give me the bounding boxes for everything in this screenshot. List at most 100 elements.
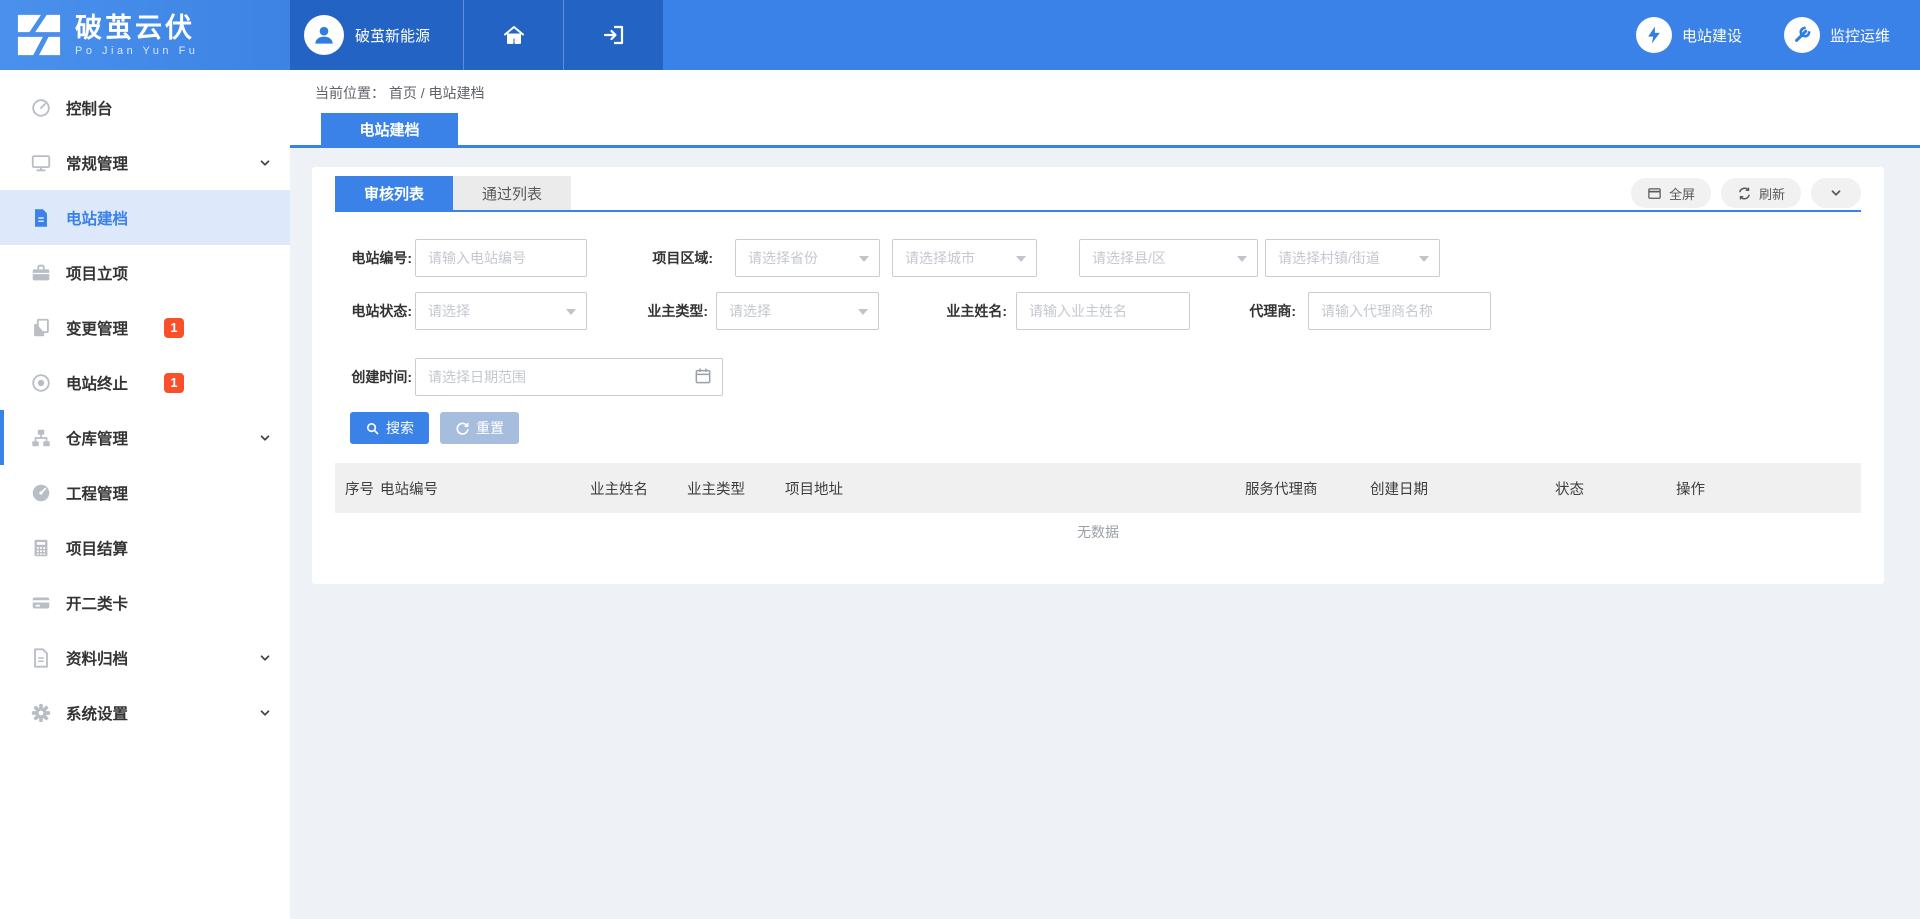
- brand-subtitle: Po Jian Yun Fu: [75, 45, 198, 57]
- owner-name-input[interactable]: [1016, 292, 1190, 330]
- document-icon: [30, 207, 52, 229]
- panel-tabs: 审核列表 通过列表 全屏: [335, 176, 1861, 212]
- sidebar-item-second-class-card[interactable]: 开二类卡: [0, 575, 290, 630]
- speedometer-icon: [30, 482, 52, 504]
- brand-text: 破茧云伏 Po Jian Yun Fu: [75, 13, 198, 57]
- mode-label: 监控运维: [1830, 25, 1890, 46]
- col-status: 状态: [1555, 478, 1676, 499]
- sidebar-item-engineering-management[interactable]: 工程管理: [0, 465, 290, 520]
- agent-input[interactable]: [1308, 292, 1491, 330]
- date-range-wrapper: [415, 358, 723, 396]
- district-select[interactable]: 请选择县/区: [1079, 239, 1258, 277]
- calculator-icon: [30, 537, 52, 559]
- table-header-row: 序号 电站编号 业主姓名 业主类型 项目地址 服务代理商 创建日期 状态 操作: [335, 463, 1861, 513]
- col-owner-name: 业主姓名: [590, 478, 687, 499]
- app-root: 破茧云伏 Po Jian Yun Fu 破茧新能源: [0, 0, 1920, 919]
- mode-monitoring-ops[interactable]: 监控运维: [1784, 17, 1890, 53]
- main-area: 控制台 常规管理: [0, 70, 1920, 919]
- sidebar-item-warehouse-management[interactable]: 仓库管理: [0, 410, 290, 465]
- logout-button[interactable]: [563, 0, 663, 70]
- chevron-down-icon: [1829, 186, 1843, 200]
- town-select[interactable]: 请选择村镇/街道: [1265, 239, 1440, 277]
- brand-title: 破茧云伏: [75, 13, 198, 43]
- sidebar-item-label: 常规管理: [66, 152, 128, 174]
- mode-station-construction[interactable]: 电站建设: [1636, 17, 1742, 53]
- tab-review-list[interactable]: 审核列表: [335, 176, 453, 210]
- caret-down-icon: [1419, 256, 1429, 262]
- col-seq: 序号: [345, 478, 380, 499]
- briefcase-icon: [30, 262, 52, 284]
- collapse-button[interactable]: [1811, 178, 1861, 208]
- refresh-icon: [1737, 186, 1752, 201]
- field-agent: 代理商:: [1237, 292, 1491, 330]
- created-time-label: 创建时间:: [335, 367, 412, 387]
- breadcrumb-label: 当前位置：: [315, 85, 385, 101]
- mode-label: 电站建设: [1682, 25, 1742, 46]
- brand-logo-icon: [16, 12, 62, 58]
- user-menu[interactable]: 破茧新能源: [290, 0, 463, 70]
- province-placeholder: 请选择省份: [748, 248, 818, 268]
- caret-down-icon: [1237, 256, 1247, 262]
- col-created-date: 创建日期: [1370, 478, 1555, 499]
- district-placeholder: 请选择县/区: [1092, 248, 1166, 268]
- station-no-label: 电站编号:: [335, 248, 412, 268]
- page-tab-station-archive[interactable]: 电站建档: [321, 113, 458, 145]
- breadcrumb-path[interactable]: 首页 / 电站建档: [389, 85, 485, 101]
- col-station-no: 电站编号: [380, 478, 590, 499]
- tab-passed-list[interactable]: 通过列表: [453, 176, 571, 210]
- station-no-input[interactable]: [415, 239, 587, 277]
- station-status-label: 电站状态:: [335, 301, 412, 321]
- date-range-input[interactable]: [415, 358, 723, 396]
- sidebar-item-system-settings[interactable]: 系统设置: [0, 685, 290, 740]
- workspace-switcher: 电站建设 监控运维: [663, 0, 1920, 70]
- owner-name-label: 业主姓名:: [934, 301, 1007, 321]
- sidebar-item-label: 项目结算: [66, 537, 128, 559]
- sidebar-item-label: 开二类卡: [66, 592, 128, 614]
- sidebar-item-dashboard[interactable]: 控制台: [0, 80, 290, 135]
- city-select[interactable]: 请选择城市: [892, 239, 1037, 277]
- panel-toolbar: 全屏 刷新: [1631, 178, 1861, 208]
- search-button[interactable]: 搜索: [350, 412, 429, 444]
- search-icon: [365, 421, 380, 436]
- sidebar-item-label: 控制台: [66, 97, 113, 119]
- owner-type-select[interactable]: 请选择: [716, 292, 879, 330]
- content-area: 当前位置： 首页 / 电站建档 电站建档 审核列表 通过列表: [290, 70, 1920, 919]
- panel-card: 审核列表 通过列表 全屏: [312, 167, 1884, 584]
- bank-card-icon: [30, 592, 52, 614]
- fullscreen-button[interactable]: 全屏: [1631, 178, 1711, 208]
- col-service-agent: 服务代理商: [1245, 478, 1370, 499]
- home-button[interactable]: [463, 0, 563, 70]
- city-placeholder: 请选择城市: [905, 248, 975, 268]
- sidebar-item-general-management[interactable]: 常规管理: [0, 135, 290, 190]
- owner-type-placeholder: 请选择: [729, 301, 771, 321]
- brand-area: 破茧云伏 Po Jian Yun Fu: [0, 0, 290, 70]
- reset-label: 重置: [476, 418, 504, 438]
- chevron-down-icon: [258, 651, 272, 665]
- province-select[interactable]: 请选择省份: [735, 239, 880, 277]
- refresh-button[interactable]: 刷新: [1721, 178, 1801, 208]
- sidebar-item-label: 变更管理: [66, 317, 128, 339]
- notification-badge: 1: [164, 318, 184, 338]
- reset-button[interactable]: 重置: [440, 412, 519, 444]
- sidebar-item-change-management[interactable]: 变更管理 1: [0, 300, 290, 355]
- field-owner-type: 业主类型: 请选择: [637, 292, 879, 330]
- search-label: 搜索: [386, 418, 414, 438]
- sidebar-item-station-termination[interactable]: 电站终止 1: [0, 355, 290, 410]
- record-circle-icon: [30, 372, 52, 394]
- filter-form: 电站编号: 项目区域: 请选择省份 请选择城市: [335, 212, 1861, 584]
- chevron-down-icon: [258, 431, 272, 445]
- gauge-icon: [30, 97, 52, 119]
- caret-down-icon: [566, 309, 576, 315]
- station-status-select[interactable]: 请选择: [415, 292, 587, 330]
- caret-down-icon: [858, 309, 868, 315]
- project-region-label: 项目区域:: [635, 248, 713, 268]
- sidebar-item-label: 项目立项: [66, 262, 128, 284]
- copy-pages-icon: [30, 317, 52, 339]
- sidebar-item-station-archive[interactable]: 电站建档: [0, 190, 290, 245]
- town-placeholder: 请选择村镇/街道: [1278, 248, 1380, 268]
- top-bar: 破茧云伏 Po Jian Yun Fu 破茧新能源: [0, 0, 1920, 70]
- sidebar-item-project-initiation[interactable]: 项目立项: [0, 245, 290, 300]
- sidebar-item-project-settlement[interactable]: 项目结算: [0, 520, 290, 575]
- sidebar-item-data-archive[interactable]: 资料归档: [0, 630, 290, 685]
- field-created-time: 创建时间:: [335, 358, 723, 396]
